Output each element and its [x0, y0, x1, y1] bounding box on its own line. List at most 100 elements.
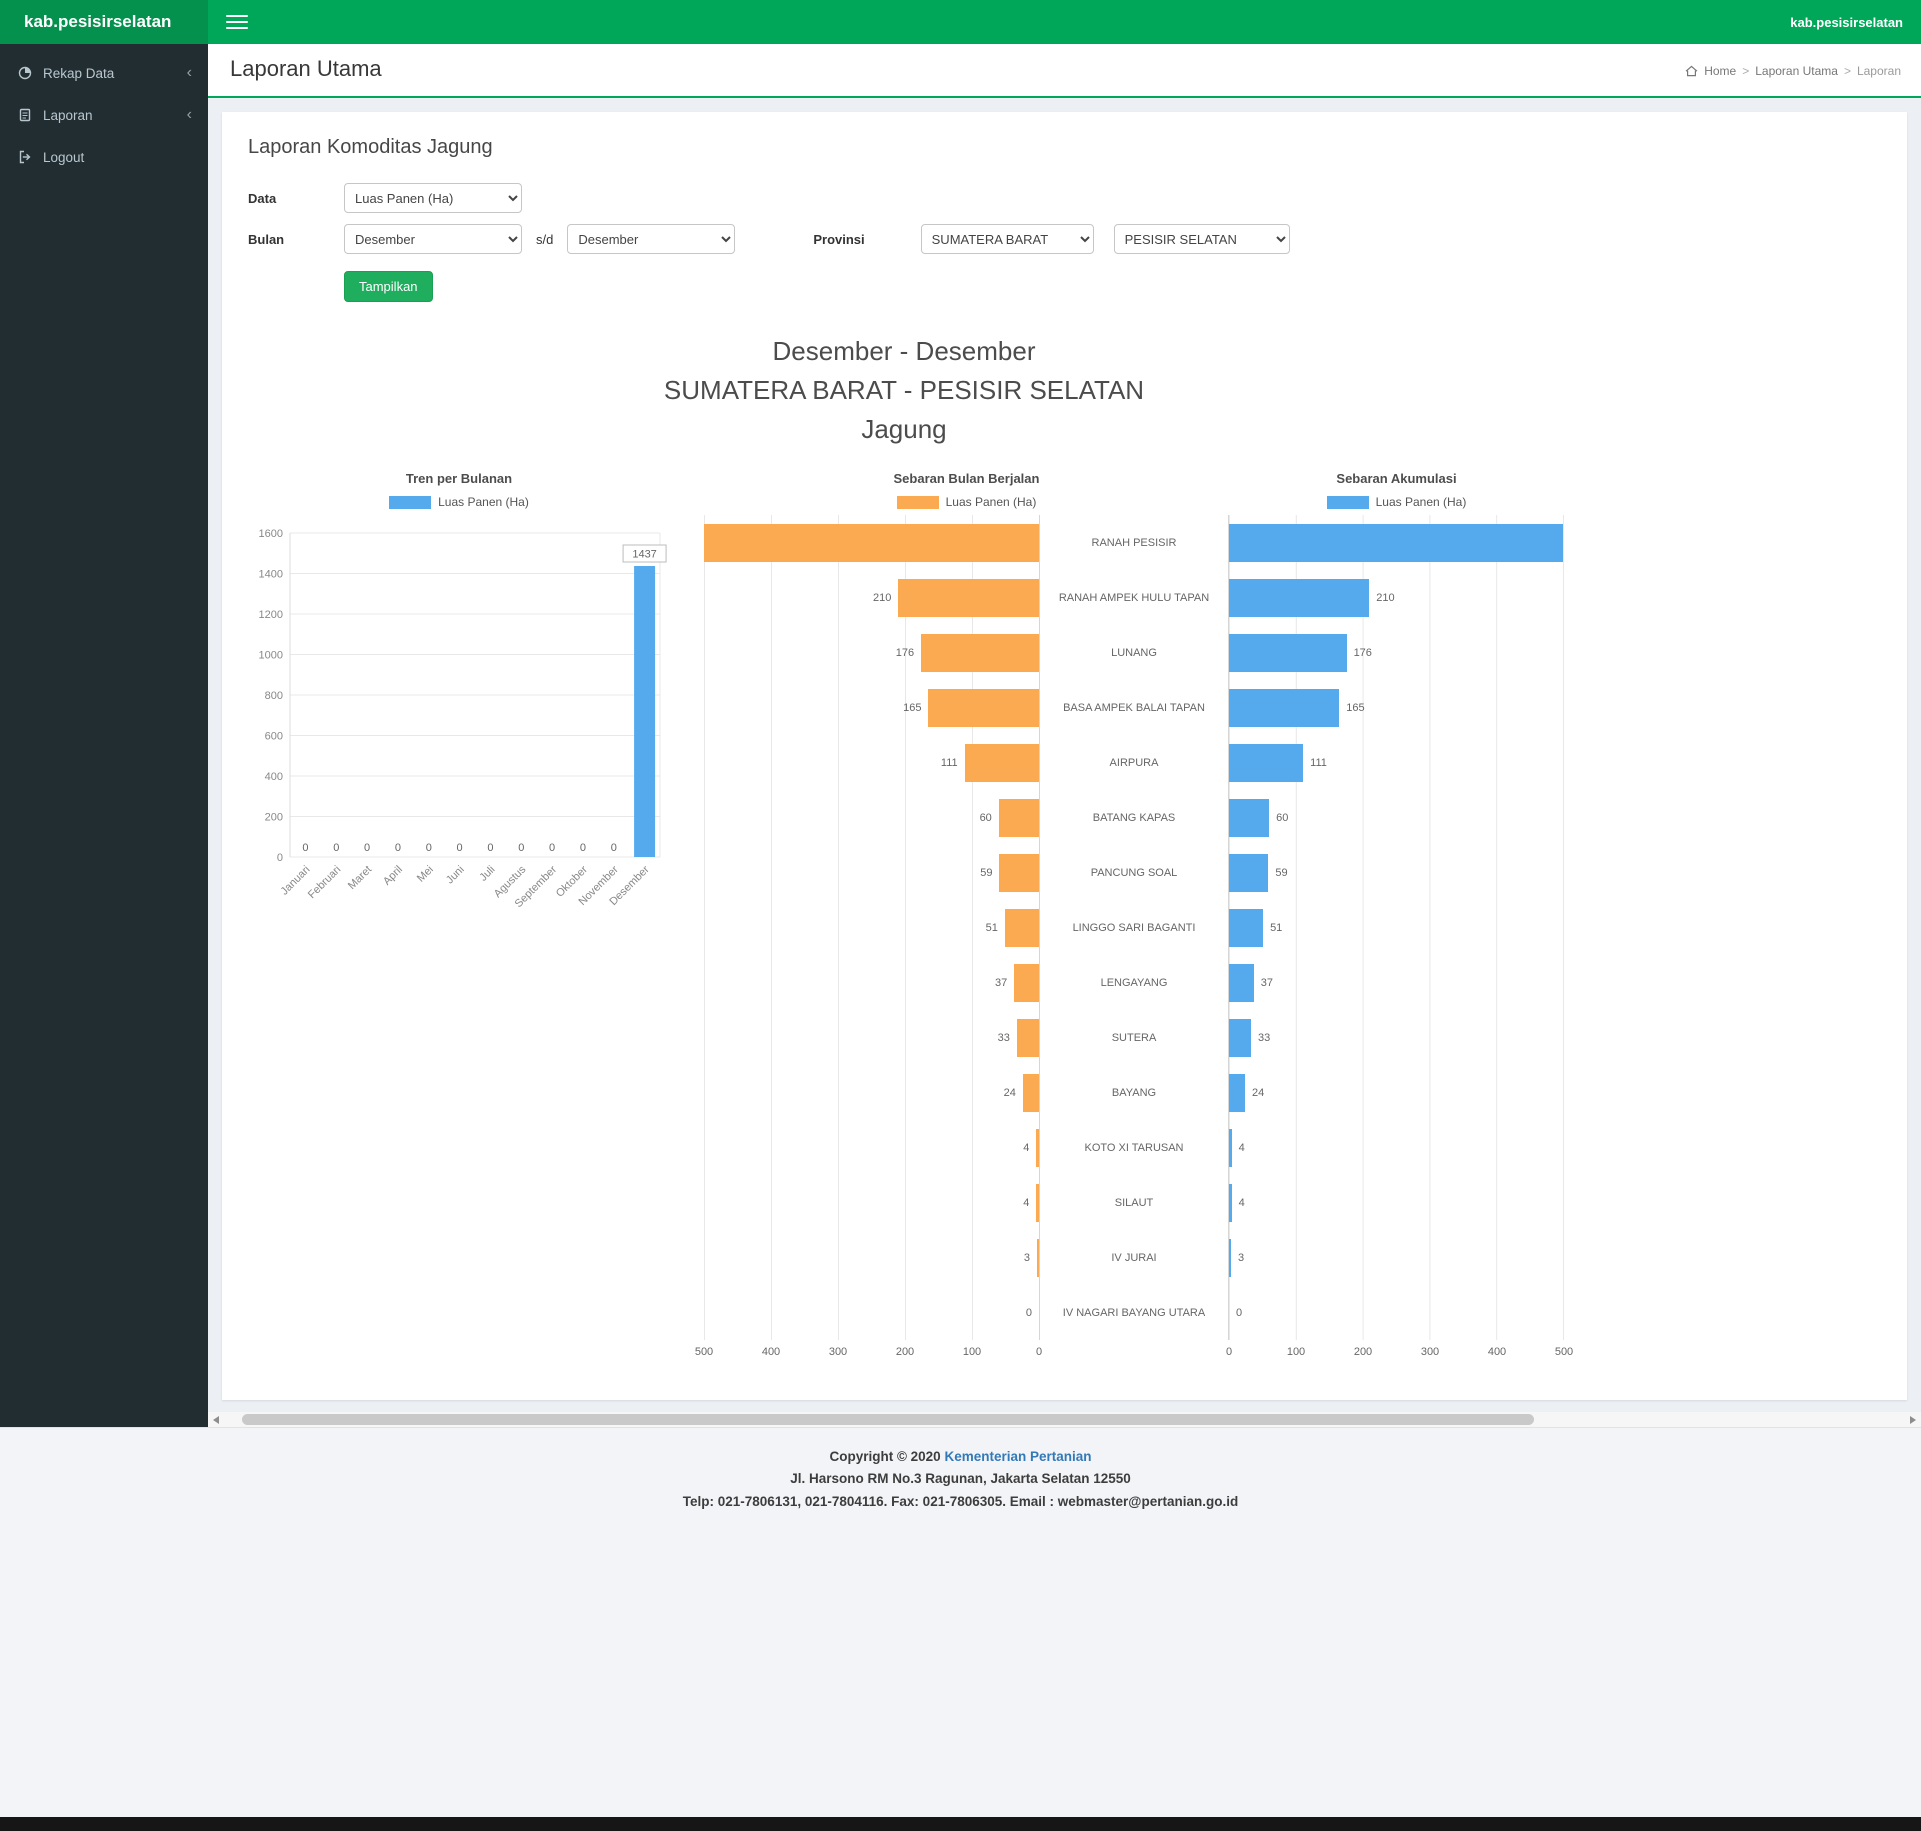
akumulasi-chart-title: Sebaran Akumulasi	[1229, 471, 1564, 486]
scroll-right-arrow-icon[interactable]	[1910, 1416, 1916, 1424]
svg-text:1600: 1600	[259, 528, 283, 540]
bar-value-label: 60	[980, 812, 992, 824]
breadcrumb-separator: >	[1844, 64, 1851, 78]
bar-value-label: 210	[1376, 592, 1394, 604]
sebaran-row: 165BASA AMPEK BALAI TAPAN165	[704, 680, 1564, 735]
svg-text:0: 0	[277, 852, 283, 864]
svg-text:Maret: Maret	[346, 864, 374, 892]
sidebar-menu: Rekap Data ‹ Laporan ‹ Logout	[0, 44, 208, 178]
sidebar-item-rekap-data[interactable]: Rekap Data ‹	[0, 52, 208, 94]
bulan-berjalan-bar	[898, 579, 1039, 617]
category-label: BASA AMPEK BALAI TAPAN	[1039, 680, 1229, 735]
bar-value-label: 4	[1239, 1142, 1245, 1154]
sebaran-row: 24BAYANG24	[704, 1065, 1564, 1120]
bulan-berjalan-bar	[928, 689, 1039, 727]
bulan-berjalan-chart-title: Sebaran Bulan Berjalan	[704, 471, 1229, 486]
x-tick-label: 500	[695, 1346, 713, 1358]
akumulasi-bar-cell: 24	[1229, 1065, 1564, 1120]
bulan-berjalan-bar-cell: 33	[704, 1010, 1039, 1065]
category-label: IV NAGARI BAYANG UTARA	[1039, 1285, 1229, 1340]
category-label: RANAH AMPEK HULU TAPAN	[1039, 570, 1229, 625]
bar-value-label: 24	[1252, 1087, 1264, 1099]
bulan-berjalan-bar-cell: 0	[704, 1285, 1039, 1340]
x-tick-label: 100	[1287, 1346, 1305, 1358]
breadcrumb-home[interactable]: Home	[1704, 64, 1736, 78]
svg-text:1400: 1400	[259, 569, 283, 581]
sebaran-row: 37LENGAYANG37	[704, 955, 1564, 1010]
content-area: Laporan Utama Home > Laporan Utama > Lap…	[208, 44, 1921, 1427]
akumulasi-x-axis: 0100200300400500	[1229, 1344, 1564, 1370]
bulan-to-select[interactable]: Desember	[567, 224, 735, 254]
bulan-berjalan-bar-cell: 24	[704, 1065, 1039, 1120]
navbar-brand[interactable]: kab.pesisirselatan	[1790, 15, 1903, 30]
breadcrumb-laporan-utama[interactable]: Laporan Utama	[1755, 64, 1838, 78]
x-tick-label: 200	[1354, 1346, 1372, 1358]
data-select[interactable]: Luas Panen (Ha)	[344, 183, 522, 213]
bulan-berjalan-bar	[1014, 964, 1039, 1002]
heading-period: Desember - Desember	[244, 332, 1564, 371]
bar-value-label: 37	[1261, 977, 1273, 989]
akumulasi-bar-cell: 60	[1229, 790, 1564, 845]
hamburger-menu-icon[interactable]	[226, 9, 248, 35]
svg-text:1437: 1437	[632, 549, 656, 561]
akumulasi-bar-cell: 59	[1229, 845, 1564, 900]
bar-value-label: 165	[1346, 702, 1364, 714]
breadcrumb: Home > Laporan Utama > Laporan	[1685, 64, 1901, 82]
bar-value-label: 33	[1258, 1032, 1270, 1044]
kabupaten-select[interactable]: PESISIR SELATAN	[1114, 224, 1290, 254]
akumulasi-bar	[1229, 634, 1347, 672]
tampilkan-button[interactable]: Tampilkan	[344, 271, 433, 302]
bar-value-label: 0	[1236, 1307, 1242, 1319]
akumulasi-legend[interactable]: Luas Panen (Ha)	[1229, 495, 1564, 509]
bulan-berjalan-header: Sebaran Bulan Berjalan Luas Panen (Ha)	[704, 471, 1229, 515]
bar-value-label: 210	[873, 592, 891, 604]
document-icon	[16, 108, 34, 122]
scroll-left-arrow-icon[interactable]	[213, 1416, 219, 1424]
bulan-berjalan-bar	[999, 854, 1039, 892]
sidebar-item-label: Logout	[43, 150, 84, 165]
x-tick-label: 400	[762, 1346, 780, 1358]
sidebar-item-laporan[interactable]: Laporan ‹	[0, 94, 208, 136]
svg-text:Mei: Mei	[415, 864, 436, 885]
akumulasi-bar	[1229, 1074, 1245, 1112]
svg-text:0: 0	[611, 842, 617, 854]
x-tick-label: 0	[1036, 1346, 1042, 1358]
akumulasi-bar-cell: 3	[1229, 1230, 1564, 1285]
sidebar-item-logout[interactable]: Logout	[0, 136, 208, 178]
bar-value-label: 3	[1024, 1252, 1030, 1264]
bulan-berjalan-bar	[965, 744, 1039, 782]
svg-text:Februari: Februari	[306, 864, 343, 901]
tren-bar	[634, 566, 655, 857]
svg-text:0: 0	[395, 842, 401, 854]
sebaran-row: 60BATANG KAPAS60	[704, 790, 1564, 845]
svg-text:0: 0	[333, 842, 339, 854]
bar-value-label: 111	[941, 757, 958, 769]
bar-value-label: 4	[1023, 1197, 1029, 1209]
scrollbar-thumb[interactable]	[242, 1414, 1534, 1425]
bar-value-label: 59	[980, 867, 992, 879]
akumulasi-bar-cell: 51	[1229, 900, 1564, 955]
bulan-berjalan-bar-cell: 210	[704, 570, 1039, 625]
bulan-from-select[interactable]: Desember	[344, 224, 522, 254]
akumulasi-bar	[1229, 524, 1563, 562]
bulan-berjalan-bar	[1005, 909, 1039, 947]
provinsi-select[interactable]: SUMATERA BARAT	[921, 224, 1094, 254]
bulan-berjalan-legend-swatch	[897, 496, 939, 509]
navbar: kab.pesisirselatan	[208, 0, 1921, 44]
akumulasi-bar	[1229, 1184, 1232, 1222]
x-tick-label: 0	[1226, 1346, 1232, 1358]
sebaran-row: 176LUNANG176	[704, 625, 1564, 680]
sidebar-logo[interactable]: kab.pesisirselatan	[0, 0, 208, 44]
bulan-berjalan-legend[interactable]: Luas Panen (Ha)	[704, 495, 1229, 509]
chevron-left-icon: ‹	[187, 106, 192, 124]
tren-legend[interactable]: Luas Panen (Ha)	[244, 495, 674, 509]
chart-sebaran: Sebaran Bulan Berjalan Luas Panen (Ha) S…	[704, 471, 1564, 1370]
akumulasi-bar-cell: 4	[1229, 1120, 1564, 1175]
kementerian-pertanian-link[interactable]: Kementerian Pertanian	[944, 1449, 1091, 1464]
sidebar-item-label: Laporan	[43, 108, 93, 123]
akumulasi-bar	[1229, 909, 1263, 947]
charts-row: Tren per Bulanan Luas Panen (Ha) 0200400…	[244, 471, 1564, 1370]
akumulasi-legend-swatch	[1327, 496, 1369, 509]
category-label: SILAUT	[1039, 1175, 1229, 1230]
horizontal-scrollbar[interactable]	[208, 1412, 1921, 1427]
